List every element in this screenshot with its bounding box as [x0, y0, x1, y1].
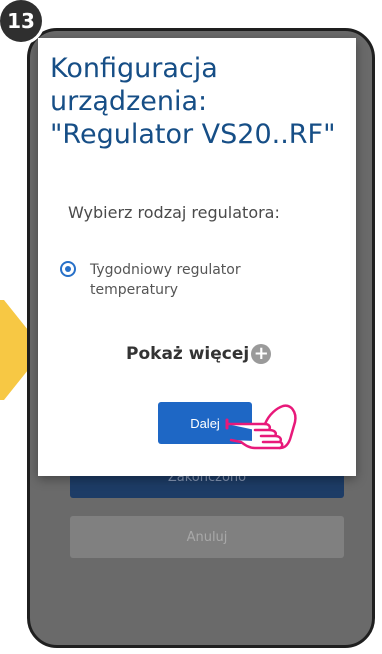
step-number-badge: 13 — [0, 0, 42, 42]
dialog-title-line3: "Regulator VS20..RF" — [50, 119, 336, 150]
show-more-label: Pokaż więcej — [126, 344, 250, 364]
dialog-title: Konfiguracja urządzenia: "Regulator VS20… — [50, 52, 350, 151]
regulator-type-prompt: Wybierz rodzaj regulatora: — [68, 203, 280, 222]
dialog-title-line1: Konfiguracja — [50, 53, 218, 84]
plus-icon[interactable]: + — [251, 344, 272, 364]
pointing-hand-icon — [225, 404, 297, 450]
radio-selected-icon[interactable] — [60, 261, 76, 277]
regulator-option-weekly[interactable]: Tygodniowy regulator temperatury — [60, 260, 290, 300]
device-config-dialog: Konfiguracja urządzenia: "Regulator VS20… — [38, 38, 356, 476]
regulator-option-label: Tygodniowy regulator temperatury — [90, 262, 241, 298]
cancel-button[interactable]: Anuluj — [70, 516, 344, 558]
show-more-toggle[interactable]: Pokaż więcej + — [126, 344, 272, 364]
dialog-title-line2: urządzenia: — [50, 86, 208, 117]
